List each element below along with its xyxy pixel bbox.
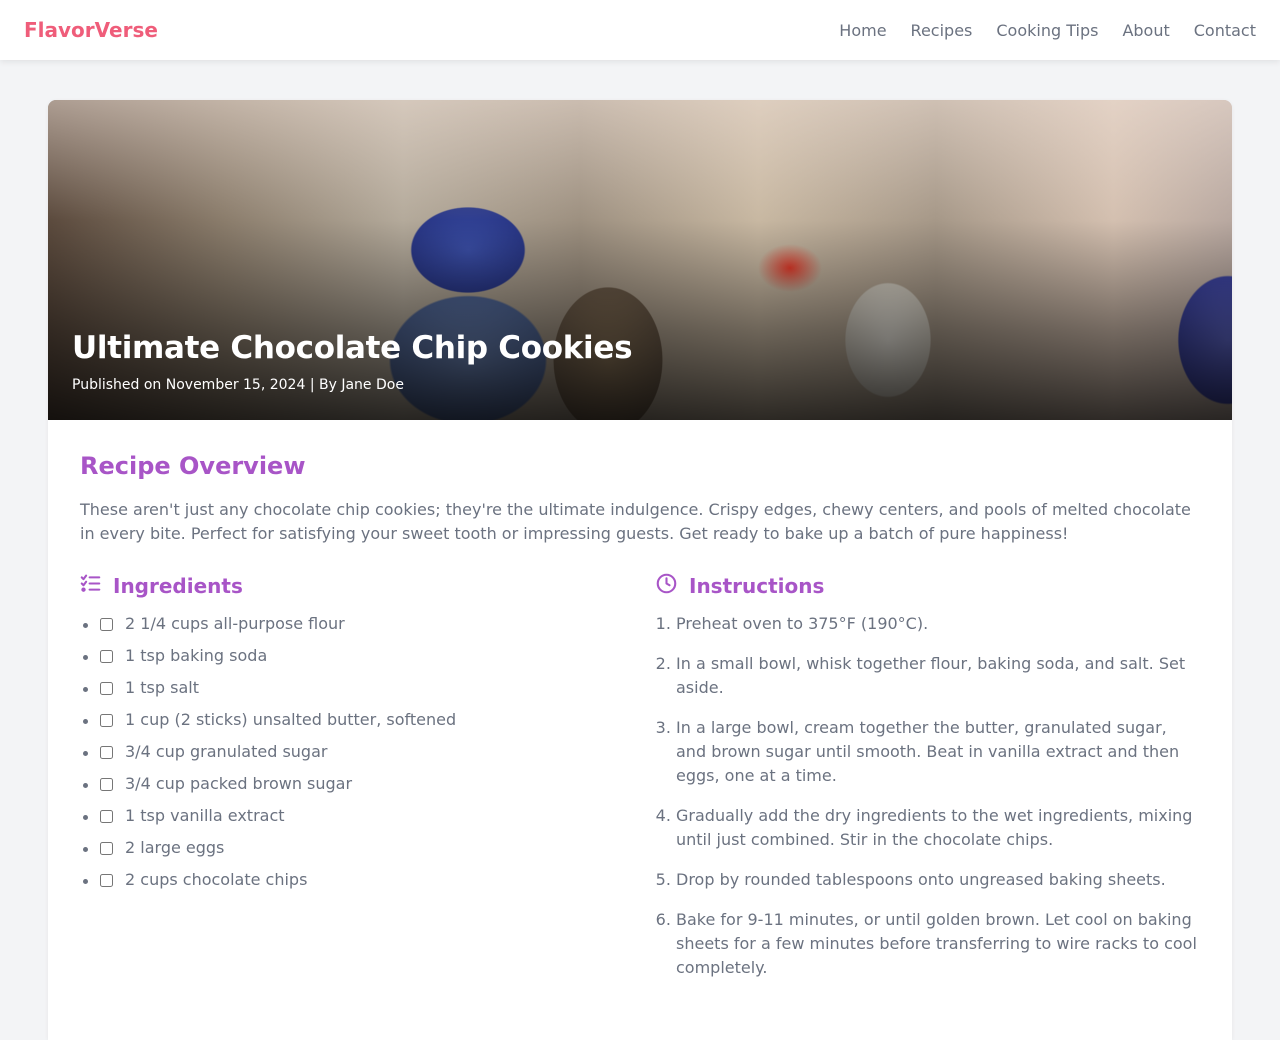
- ingredient-item: 1 cup (2 sticks) unsalted butter, soften…: [100, 708, 624, 740]
- ingredient-checkbox[interactable]: [100, 873, 113, 887]
- ingredient-item: 3/4 cup granulated sugar: [100, 740, 624, 772]
- nav-link-recipes[interactable]: Recipes: [911, 21, 973, 40]
- instruction-step: In a small bowl, whisk together flour, b…: [676, 652, 1200, 700]
- nav-link-cooking-tips[interactable]: Cooking Tips: [996, 21, 1098, 40]
- ingredient-item: 2 large eggs: [100, 836, 624, 868]
- brand-logo-link[interactable]: FlavorVerse: [24, 18, 158, 42]
- nav-link-home[interactable]: Home: [839, 21, 886, 40]
- recipe-title: Ultimate Chocolate Chip Cookies: [72, 330, 633, 366]
- recipe-card: Ultimate Chocolate Chip Cookies Publishe…: [48, 100, 1232, 1040]
- ingredient-checkbox[interactable]: [100, 617, 113, 631]
- ingredients-heading: Ingredients: [80, 572, 624, 600]
- hero-image: Ultimate Chocolate Chip Cookies Publishe…: [48, 100, 1232, 420]
- instruction-step: Bake for 9-11 minutes, or until golden b…: [676, 908, 1200, 980]
- ingredient-item: 1 tsp vanilla extract: [100, 804, 624, 836]
- ingredient-item: 2 cups chocolate chips: [100, 868, 624, 900]
- hero-highlight: [48, 100, 1232, 220]
- instructions-list: Preheat oven to 375°F (190°C). In a smal…: [656, 612, 1200, 980]
- ingredient-checkbox[interactable]: [100, 681, 113, 695]
- ingredients-list: 2 1/4 cups all-purpose flour 1 tsp bakin…: [80, 612, 624, 900]
- ingredient-checkbox[interactable]: [100, 649, 113, 663]
- ingredient-checkbox[interactable]: [100, 777, 113, 791]
- instructions-section: Instructions Preheat oven to 375°F (190°…: [656, 572, 1200, 996]
- ingredient-checkbox[interactable]: [100, 745, 113, 759]
- ingredient-checkbox[interactable]: [100, 713, 113, 727]
- instruction-step: Gradually add the dry ingredients to the…: [676, 804, 1200, 852]
- ingredient-item: 3/4 cup packed brown sugar: [100, 772, 624, 804]
- instructions-heading: Instructions: [656, 572, 1200, 600]
- main-nav: Home Recipes Cooking Tips About Contact: [839, 21, 1256, 40]
- ingredient-label: 2 cups chocolate chips: [125, 870, 308, 889]
- ingredient-item: 2 1/4 cups all-purpose flour: [100, 612, 624, 644]
- recipe-content: Recipe Overview These aren't just any ch…: [48, 420, 1232, 996]
- ingredient-label: 2 1/4 cups all-purpose flour: [125, 614, 345, 633]
- recipe-columns: Ingredients 2 1/4 cups all-purpose flour…: [80, 572, 1200, 996]
- ingredient-label: 1 tsp salt: [125, 678, 199, 697]
- ingredient-label: 1 tsp baking soda: [125, 646, 268, 665]
- nav-link-contact[interactable]: Contact: [1194, 21, 1256, 40]
- ingredient-item: 1 tsp salt: [100, 676, 624, 708]
- instruction-step: In a large bowl, cream together the butt…: [676, 716, 1200, 788]
- top-navigation-bar: FlavorVerse Home Recipes Cooking Tips Ab…: [0, 0, 1280, 60]
- clock-icon: [656, 573, 677, 599]
- publish-meta: Published on November 15, 2024 | By Jane…: [72, 377, 404, 393]
- ingredient-label: 2 large eggs: [125, 838, 225, 857]
- ingredient-label: 1 cup (2 sticks) unsalted butter, soften…: [125, 710, 457, 729]
- ingredients-heading-label: Ingredients: [113, 574, 243, 598]
- nav-link-about[interactable]: About: [1122, 21, 1169, 40]
- ingredient-label: 1 tsp vanilla extract: [125, 806, 285, 825]
- list-check-icon: [80, 573, 101, 599]
- instruction-step: Preheat oven to 375°F (190°C).: [676, 612, 1200, 636]
- overview-heading: Recipe Overview: [80, 452, 306, 480]
- instruction-step: Drop by rounded tablespoons onto ungreas…: [676, 868, 1200, 892]
- ingredient-label: 3/4 cup granulated sugar: [125, 742, 328, 761]
- instructions-heading-label: Instructions: [689, 574, 825, 598]
- ingredient-checkbox[interactable]: [100, 809, 113, 823]
- ingredient-label: 3/4 cup packed brown sugar: [125, 774, 353, 793]
- ingredient-item: 1 tsp baking soda: [100, 644, 624, 676]
- overview-text: These aren't just any chocolate chip coo…: [80, 500, 1191, 543]
- ingredients-section: Ingredients 2 1/4 cups all-purpose flour…: [80, 572, 624, 996]
- ingredient-checkbox[interactable]: [100, 841, 113, 855]
